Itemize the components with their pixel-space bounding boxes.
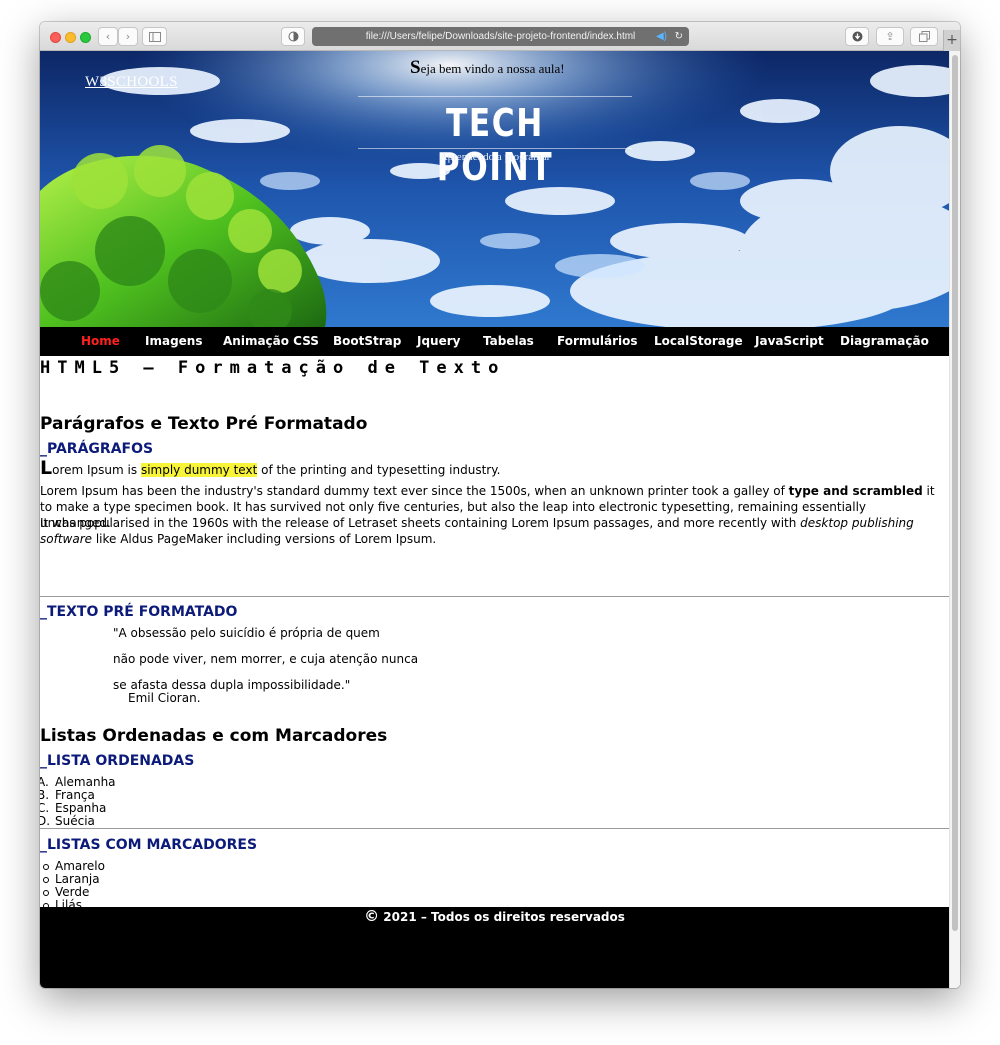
browser-window: ‹ › file:///Users/felipe/Downloads/site-… <box>40 22 960 988</box>
highlighted-text: simply dummy text <box>140 463 258 477</box>
hero-banner: W3SCHOOLS Seja bem vindo a nossa aula! T… <box>40 51 949 327</box>
paragraph-1-text-a: orem Ipsum is <box>52 463 141 477</box>
list-item: Laranja <box>55 872 100 886</box>
nav-item-animacao-css[interactable]: Animação CSS <box>223 327 319 356</box>
nav-item-home[interactable]: Home <box>81 327 120 356</box>
nav-item-bootstrap[interactable]: BootStrap <box>333 327 401 356</box>
list-item: Suécia <box>55 814 95 828</box>
plus-icon: + <box>946 32 958 48</box>
list-marker: B. <box>40 788 50 802</box>
list-marker: C. <box>40 801 50 815</box>
welcome-text: eja bem vindo a nossa aula! <box>420 61 565 76</box>
new-tab-button[interactable]: + <box>943 30 960 51</box>
anime-sky-illustration <box>40 51 949 327</box>
vertical-scrollbar[interactable] <box>949 51 960 988</box>
reload-icon[interactable]: ↻ <box>675 27 683 46</box>
list-item: Espanha <box>55 801 107 815</box>
footer-copyright: © 2021 – Todos os direitos reservados <box>40 907 949 927</box>
nav-item-jquery[interactable]: Jquery <box>417 327 460 356</box>
bullet-icon <box>43 864 49 870</box>
quote-author: Emil Cioran. <box>128 691 201 705</box>
chevron-left-icon: ‹ <box>105 30 111 43</box>
nav-item-localstorage[interactable]: LocalStorage <box>654 327 743 356</box>
copyright-icon: © <box>364 907 380 925</box>
page-viewport: W3SCHOOLS Seja bem vindo a nossa aula! T… <box>40 51 960 988</box>
page-footer: © 2021 – Todos os direitos reservados <box>40 907 949 988</box>
tabs-overview-button[interactable] <box>910 27 938 46</box>
zoom-window-button[interactable] <box>80 32 91 43</box>
welcome-initial: S <box>410 57 421 78</box>
list-item: Verde <box>55 885 90 899</box>
paragraph-1-text-b: of the printing and typesetting industry… <box>257 463 501 477</box>
minimize-window-button[interactable] <box>65 32 76 43</box>
bold-text: type and scrambled <box>788 484 923 498</box>
download-icon <box>852 31 862 42</box>
privacy-button[interactable] <box>281 27 305 46</box>
list-item: Alemanha <box>55 775 116 789</box>
section-heading-listas: Listas Ordenadas e com Marcadores <box>40 726 388 746</box>
speaker-icon[interactable]: ◀) <box>656 27 667 46</box>
bullet-icon <box>43 877 49 883</box>
paragraph-1: Lorem Ipsum is simply dummy text of the … <box>40 457 940 479</box>
list-item: França <box>55 788 95 802</box>
list-marker: D. <box>40 814 51 828</box>
section-divider <box>40 828 949 829</box>
subheading-listas-com-marcadores: _LISTAS COM MARCADORES <box>40 837 258 853</box>
shield-icon <box>288 31 298 42</box>
browser-toolbar: ‹ › file:///Users/felipe/Downloads/site-… <box>40 22 960 51</box>
nav-item-tabelas[interactable]: Tabelas <box>483 327 534 356</box>
forward-button[interactable]: › <box>118 27 138 46</box>
subheading-paragrafos: _PARÁGRAFOS <box>40 441 154 457</box>
paragraph-2-text-a: Lorem Ipsum has been the industry's stan… <box>40 484 789 498</box>
subheading-lista-ordenadas: _LISTA ORDENADAS <box>40 753 195 769</box>
address-bar[interactable]: file:///Users/felipe/Downloads/site-proj… <box>312 27 689 46</box>
subheading-texto-pre-formatado: _TEXTO PRÉ FORMATADO <box>40 604 238 620</box>
nav-item-formularios[interactable]: Formulários <box>557 327 638 356</box>
paragraph-3-text-a: It was popularised in the 1960s with the… <box>40 516 801 530</box>
pre-line: se afasta dessa dupla impossibilidade." <box>113 678 351 692</box>
downloads-button[interactable] <box>845 27 869 46</box>
bullet-icon <box>43 890 49 896</box>
share-button[interactable]: ⇪ <box>876 27 904 46</box>
section-heading-paragrafos: Parágrafos e Texto Pré Formatado <box>40 414 368 434</box>
url-text: file:///Users/felipe/Downloads/site-proj… <box>365 31 636 42</box>
w3schools-link[interactable]: W3SCHOOLS <box>85 74 178 91</box>
nav-item-imagens[interactable]: Imagens <box>145 327 202 356</box>
close-window-button[interactable] <box>50 32 61 43</box>
sidebar-toggle-button[interactable] <box>142 27 167 46</box>
paragraph-3-text-b: like Aldus PageMaker including versions … <box>92 532 437 546</box>
chevron-right-icon: › <box>125 30 131 43</box>
site-tagline: Aprendendo a programar <box>439 151 551 163</box>
page-title: HTML5 – Formatação de Texto <box>40 358 506 378</box>
nav-item-javascript[interactable]: JavaScript <box>755 327 824 356</box>
brand-top-rule <box>358 96 632 97</box>
share-icon: ⇪ <box>885 30 895 43</box>
list-marker: A. <box>40 775 49 789</box>
brand-bottom-rule <box>358 148 632 149</box>
tabs-icon <box>918 31 930 42</box>
footer-text: 2021 – Todos os direitos reservados <box>379 910 625 924</box>
list-item: Amarelo <box>55 859 105 873</box>
site-brand-title: TECH POINT <box>436 101 554 189</box>
drop-cap: L <box>40 457 53 479</box>
back-button[interactable]: ‹ <box>98 27 118 46</box>
paragraph-3: It was popularised in the 1960s with the… <box>40 515 940 547</box>
main-navigation: Home Imagens Animação CSS BootStrap Jque… <box>40 327 949 356</box>
pre-line: não pode viver, nem morrer, e cuja atenç… <box>113 652 419 666</box>
scrollbar-thumb[interactable] <box>952 55 958 931</box>
welcome-message: Seja bem vindo a nossa aula! <box>410 57 565 79</box>
sidebar-icon <box>148 32 161 42</box>
section-divider <box>40 596 949 597</box>
nav-item-diagramacao[interactable]: Diagramação <box>840 327 929 356</box>
pre-line: "A obsessão pelo suicídio é própria de q… <box>113 626 380 640</box>
